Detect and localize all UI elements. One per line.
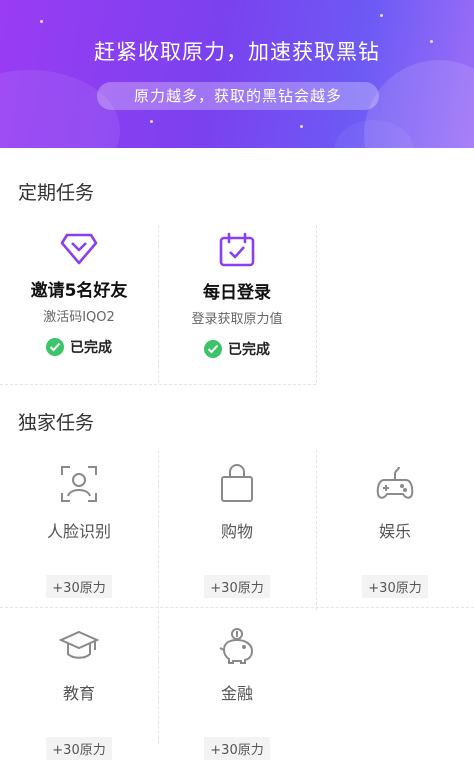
- banner-subtitle: 原力越多，获取的黑钻会越多: [97, 82, 379, 110]
- graduation-cap-icon: [59, 626, 99, 666]
- divider: [158, 225, 159, 383]
- task-card-invite[interactable]: 邀请5名好友 激活码IQO2 已完成: [0, 232, 158, 382]
- diamond-icon: [60, 232, 98, 266]
- piggy-bank-icon: [217, 626, 257, 666]
- status-label: 已完成: [70, 340, 112, 356]
- check-icon: [46, 338, 64, 356]
- divider: [0, 607, 474, 608]
- divider: [316, 225, 317, 383]
- task-name: 人脸识别: [46, 522, 111, 541]
- status-label: 已完成: [228, 342, 270, 358]
- calendar-check-icon: [218, 232, 256, 268]
- points-badge: +30原力: [204, 737, 270, 760]
- banner-title: 赶紧收取原力，加速获取黑钻: [94, 40, 380, 64]
- check-icon: [204, 340, 222, 358]
- task-name: 邀请5名好友: [30, 281, 128, 301]
- task-card-shopping[interactable]: 购物 +30原力: [158, 464, 316, 604]
- task-card-daily-login[interactable]: 每日登录 登录获取原力值 已完成: [158, 232, 316, 382]
- shopping-bag-icon: [217, 464, 257, 504]
- star-decoration: [380, 14, 383, 17]
- header-banner: 赶紧收取原力，加速获取黑钻 原力越多，获取的黑钻会越多: [0, 0, 474, 148]
- divider: [0, 384, 316, 385]
- points-badge: +30原力: [204, 575, 270, 598]
- task-card-education[interactable]: 教育 +30原力: [0, 626, 158, 766]
- task-name: 每日登录: [203, 283, 271, 303]
- task-card-face-recognition[interactable]: 人脸识别 +30原力: [0, 464, 158, 604]
- task-name: 娱乐: [378, 522, 411, 541]
- points-badge: +30原力: [362, 575, 428, 598]
- star-decoration: [300, 125, 303, 128]
- star-decoration: [40, 20, 43, 23]
- gamepad-icon: [375, 464, 415, 504]
- completed-status: 已完成: [204, 339, 270, 359]
- star-decoration: [150, 120, 153, 123]
- task-name: 购物: [220, 522, 253, 541]
- face-recognition-icon: [59, 464, 99, 504]
- planet-decoration: [0, 70, 120, 148]
- points-badge: +30原力: [46, 737, 112, 760]
- points-badge: +30原力: [46, 575, 112, 598]
- task-desc: 激活码IQO2: [43, 310, 115, 325]
- section-title-exclusive: 独家任务: [18, 412, 95, 434]
- task-name: 教育: [62, 684, 95, 703]
- task-card-entertainment[interactable]: 娱乐 +30原力: [316, 464, 474, 604]
- task-desc: 登录获取原力值: [191, 312, 283, 327]
- task-name: 金融: [220, 684, 253, 703]
- task-card-finance[interactable]: 金融 +30原力: [158, 626, 316, 766]
- completed-status: 已完成: [46, 337, 112, 357]
- section-title-regular: 定期任务: [18, 182, 95, 204]
